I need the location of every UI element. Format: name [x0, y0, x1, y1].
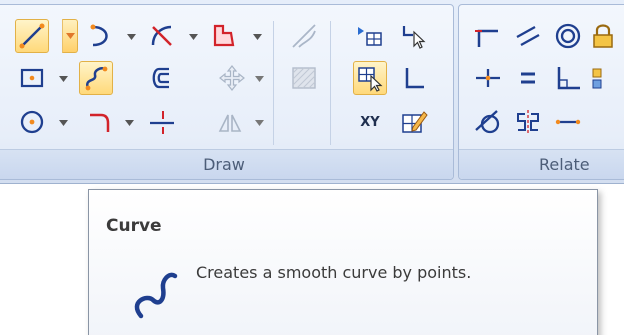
- circle-icon: [20, 110, 44, 134]
- symmetric-relate-button[interactable]: [511, 105, 545, 139]
- line-tool-dropdown[interactable]: [62, 19, 78, 53]
- select-connector-tool-button[interactable]: [397, 19, 431, 53]
- equal-relate-button[interactable]: [511, 61, 545, 95]
- connect-icon: [476, 69, 500, 87]
- draw-group-label: Draw: [0, 149, 453, 179]
- tangent-line-icon: [292, 24, 316, 48]
- curve-icon: [134, 272, 178, 319]
- curve-icon: [85, 66, 108, 91]
- perpendicular-relate-button[interactable]: [551, 61, 585, 95]
- line-icon: [19, 23, 45, 49]
- equal-icon: [521, 72, 535, 84]
- circle-tool-dropdown[interactable]: [57, 117, 69, 129]
- tooltip: Curve Creates a smooth curve by points.: [88, 189, 598, 335]
- relate-group-label: Relate: [459, 149, 624, 179]
- rectangle-icon: [20, 68, 44, 88]
- move-tool-dropdown[interactable]: [253, 73, 265, 85]
- chevron-down-icon: [65, 33, 75, 39]
- chevron-down-icon: [58, 76, 68, 82]
- perpendicular-icon: [557, 67, 580, 90]
- chevron-down-icon: [188, 34, 198, 40]
- fill-icon: [213, 24, 235, 47]
- fill-tool-button[interactable]: [207, 19, 241, 53]
- draw-group: XY Draw: [0, 4, 454, 180]
- right-angle-icon: [405, 68, 424, 89]
- trim-tool-button[interactable]: [145, 19, 179, 53]
- chevron-down-icon: [252, 34, 262, 40]
- chevron-down-icon: [126, 34, 136, 40]
- horizontal-icon: [555, 119, 581, 125]
- move-tool-button[interactable]: [215, 61, 249, 95]
- table-select-tool-button[interactable]: [353, 61, 387, 95]
- concentric-icon: [555, 23, 581, 49]
- fillet-icon: [90, 113, 110, 132]
- lock-relate-button[interactable]: [587, 19, 621, 53]
- split-tool-button[interactable]: [145, 105, 179, 139]
- parallel-icon: [516, 25, 540, 47]
- tangent-line-tool-button[interactable]: [287, 19, 321, 53]
- parallel-relate-button[interactable]: [511, 19, 545, 53]
- split-icon: [150, 111, 174, 134]
- tangent-relate-button[interactable]: [471, 105, 505, 139]
- offset-icon: [152, 67, 169, 89]
- tooltip-title: Curve: [106, 216, 162, 236]
- chevron-down-icon: [124, 120, 134, 126]
- ribbon: XY Draw Relate: [0, 0, 624, 184]
- trim-icon: [151, 25, 172, 46]
- chevron-down-icon: [254, 120, 264, 126]
- edit-table-icon: [402, 111, 428, 133]
- rectangle-tool-button[interactable]: [15, 61, 49, 95]
- offset-tool-button[interactable]: [145, 61, 179, 95]
- tooltip-description: Creates a smooth curve by points.: [196, 263, 472, 282]
- arc-icon: [90, 24, 108, 47]
- fillet-tool-button[interactable]: [83, 105, 117, 139]
- symmetric-icon: [517, 110, 539, 134]
- fill-tool-dropdown[interactable]: [251, 31, 263, 43]
- mirror-tool-button[interactable]: [213, 105, 247, 139]
- circle-tool-button[interactable]: [15, 105, 49, 139]
- separator: [273, 21, 274, 145]
- relate-group: Relate: [458, 4, 624, 180]
- horizontal-relate-button[interactable]: [551, 105, 585, 139]
- connector-icon: [402, 26, 426, 49]
- fill-pattern-tool-button[interactable]: [287, 61, 321, 95]
- perpendicular-corner-icon: [475, 29, 498, 47]
- lock-icon: [593, 24, 613, 48]
- curve-tool-button[interactable]: [79, 61, 113, 95]
- mirror-icon: [218, 114, 242, 132]
- mirror-tool-dropdown[interactable]: [253, 117, 265, 129]
- insert-table-tool-button[interactable]: [353, 19, 387, 53]
- relationship-handles-icon: [592, 68, 602, 89]
- table-select-icon: [358, 67, 383, 92]
- separator: [330, 21, 331, 145]
- connect-relate-button[interactable]: [471, 61, 505, 95]
- right-angle-tool-button[interactable]: [397, 61, 431, 95]
- arc-tool-dropdown[interactable]: [125, 31, 137, 43]
- trim-tool-dropdown[interactable]: [187, 31, 199, 43]
- concentric-relate-button[interactable]: [551, 19, 585, 53]
- arc-tool-button[interactable]: [83, 19, 117, 53]
- table-icon: [358, 27, 382, 46]
- edit-table-tool-button[interactable]: [397, 105, 431, 139]
- relationship-handles-button[interactable]: [587, 61, 621, 95]
- fillet-tool-dropdown[interactable]: [123, 117, 135, 129]
- move-icon: [219, 65, 245, 91]
- fill-pattern-icon: [292, 67, 316, 89]
- xy-label: XY: [360, 114, 380, 130]
- tangent-icon: [475, 110, 500, 134]
- horizontal-vertical-relate-button[interactable]: [471, 19, 505, 53]
- xy-tool-button[interactable]: XY: [353, 105, 387, 139]
- chevron-down-icon: [254, 76, 264, 82]
- chevron-down-icon: [58, 120, 68, 126]
- rectangle-tool-dropdown[interactable]: [57, 73, 69, 85]
- line-tool-button[interactable]: [15, 19, 49, 53]
